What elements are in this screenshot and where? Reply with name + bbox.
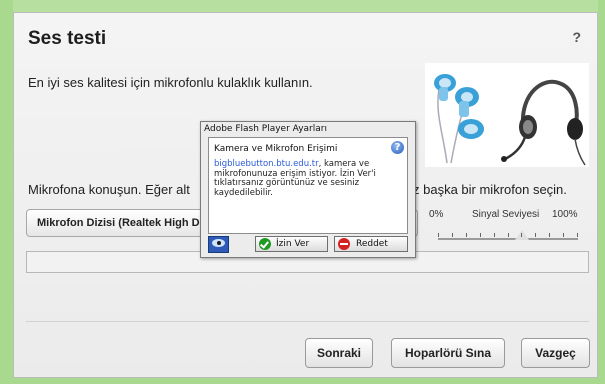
signal-tick [466,233,467,237]
signal-tick [494,233,495,237]
signal-tick [549,233,550,237]
dialog-title: Ses testi [28,28,107,49]
deny-icon [338,238,350,250]
next-button[interactable]: Sonraki [305,338,373,368]
allow-button[interactable]: İzin Ver [255,236,328,252]
question-icon[interactable]: ? [391,141,404,154]
signal-tick [508,233,509,237]
frame-left [0,0,13,384]
signal-level-label: Sinyal Seviyesi [472,209,540,220]
footer-divider [26,321,589,322]
flash-permission-panel: Kamera ve Mikrofon Erişimi ? bigbluebutt… [208,137,408,234]
frame-bottom [0,378,605,384]
signal-max-label: 100% [552,209,578,220]
signal-min-label: 0% [429,209,444,220]
webcam-monitor-icon[interactable] [208,236,229,253]
cancel-button[interactable]: Vazgeç [521,338,590,368]
flash-button-row: İzin Ver Reddet [208,236,408,254]
speak-instruction: Mikrofona konuşun. Eğer alt [28,182,190,197]
help-icon[interactable]: ? [572,29,581,45]
speak-instruction-end: iniz başka bir mikrofon seçin. [400,182,567,197]
requesting-domain-link[interactable]: bigbluebutton.btu.edu.tr [214,159,319,169]
flash-settings-dialog: Adobe Flash Player Ayarları Kamera ve Mi… [200,121,416,258]
monitor-eye [217,241,221,245]
signal-tick [563,233,564,237]
signal-tick [438,233,439,237]
test-speaker-button[interactable]: Hoparlörü Sına [391,338,505,368]
signal-level-thumb[interactable] [515,230,529,240]
check-icon [259,238,271,250]
intro-text: En iyi ses kalitesi için mikrofonlu kula… [28,75,313,90]
signal-tick [577,233,578,237]
deny-label: Reddet [356,239,388,249]
signal-tick [535,233,536,237]
flash-dialog-title: Adobe Flash Player Ayarları [204,124,327,134]
frame-right [598,0,605,384]
frame-top [0,0,605,12]
signal-level-slider[interactable] [438,230,578,240]
signal-tick [452,233,453,237]
signal-tick [480,233,481,237]
allow-label: İzin Ver [276,239,310,249]
flash-permission-text: bigbluebutton.btu.edu.tr, kamera ve mikr… [214,159,399,198]
headsets-image [425,63,589,167]
deny-button[interactable]: Reddet [334,236,408,252]
flash-panel-heading: Kamera ve Mikrofon Erişimi [214,144,338,154]
signal-tick [521,233,522,237]
